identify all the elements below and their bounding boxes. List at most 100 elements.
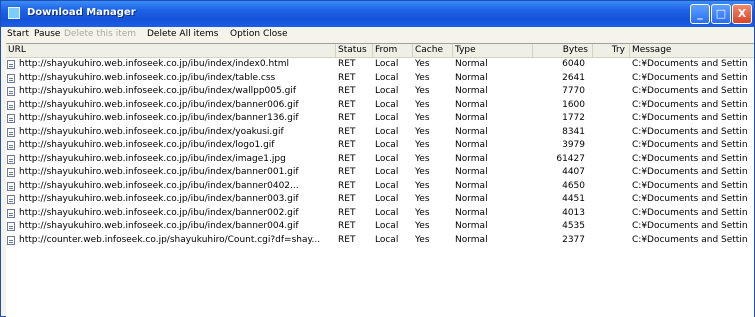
cell-try — [593, 220, 630, 234]
cell-message: C:¥Documents and Settin — [632, 194, 748, 204]
cell-message: C:¥Documents and Settin — [632, 86, 748, 96]
cell-url: http://shayukuhiro.web.infoseek.co.jp/ib… — [6, 139, 336, 153]
cell-try — [593, 234, 630, 248]
cell-url: http://shayukuhiro.web.infoseek.co.jp/ib… — [6, 112, 336, 126]
cell-url: http://counter.web.infoseek.co.jp/shayuk… — [6, 234, 336, 248]
menu-close[interactable]: Close — [263, 29, 288, 39]
cell-type: Normal — [455, 153, 488, 164]
cell-try — [593, 166, 630, 180]
cell-url: http://shayukuhiro.web.infoseek.co.jp/ib… — [6, 193, 336, 207]
url-text: http://shayukuhiro.web.infoseek.co.jp/ib… — [19, 194, 299, 204]
column-header-status[interactable]: Status — [336, 44, 373, 57]
menu-option[interactable]: Option — [230, 29, 260, 39]
window-title: Download Manager — [27, 7, 136, 18]
table-row[interactable]: http://shayukuhiro.web.infoseek.co.jp/ib… — [6, 166, 754, 180]
menu-start[interactable]: Start — [7, 29, 29, 39]
cell-from: Local — [375, 59, 399, 69]
cell-type: Normal — [455, 59, 488, 69]
cell-type: Normal — [455, 194, 488, 204]
table-row[interactable]: http://shayukuhiro.web.infoseek.co.jp/ib… — [6, 139, 754, 153]
cell-from: Local — [375, 234, 399, 245]
cell-cache: Yes — [415, 72, 430, 83]
table-row[interactable]: http://shayukuhiro.web.infoseek.co.jp/ib… — [6, 58, 754, 72]
cell-type: Normal — [455, 99, 488, 110]
cell-bytes: 4535 — [562, 221, 585, 231]
cell-url: http://shayukuhiro.web.infoseek.co.jp/ib… — [6, 153, 336, 167]
cell-url: http://shayukuhiro.web.infoseek.co.jp/ib… — [6, 207, 336, 221]
column-header-type[interactable]: Type — [453, 44, 533, 57]
cell-from: Local — [375, 207, 399, 218]
cell-type: Normal — [455, 167, 488, 177]
column-header-from[interactable]: From — [373, 44, 413, 57]
table-row[interactable]: http://shayukuhiro.web.infoseek.co.jp/ib… — [6, 85, 754, 99]
cell-bytes: 1772 — [562, 113, 585, 123]
cell-from: Local — [375, 113, 399, 123]
cell-type: Normal — [455, 221, 488, 231]
cell-bytes: 6040 — [562, 59, 585, 69]
url-text: http://shayukuhiro.web.infoseek.co.jp/ib… — [19, 72, 276, 83]
cell-cache: Yes — [415, 207, 430, 218]
cell-bytes: 2641 — [562, 72, 585, 83]
cell-cache: Yes — [415, 167, 430, 177]
column-header-bytes[interactable]: Bytes — [533, 44, 593, 57]
cell-status: RET — [338, 167, 356, 177]
cell-from: Local — [375, 86, 399, 96]
maximize-button[interactable]: □ — [711, 4, 731, 24]
cell-cache: Yes — [415, 194, 430, 204]
cell-cache: Yes — [415, 99, 430, 110]
cell-status: RET — [338, 99, 356, 110]
url-text: http://shayukuhiro.web.infoseek.co.jp/ib… — [19, 99, 299, 110]
column-header-url[interactable]: URL — [6, 44, 336, 57]
table-row[interactable]: http://shayukuhiro.web.infoseek.co.jp/ib… — [6, 193, 754, 207]
cell-try — [593, 180, 630, 194]
minimize-button[interactable]: _ — [690, 4, 710, 24]
cell-type: Normal — [455, 113, 488, 123]
url-text: http://shayukuhiro.web.infoseek.co.jp/ib… — [19, 207, 299, 218]
close-window-button[interactable]: X — [732, 4, 752, 24]
url-text: http://shayukuhiro.web.infoseek.co.jp/ib… — [19, 140, 275, 150]
cell-try — [593, 112, 630, 126]
column-headers: URL Status From Cache Type Bytes Try Mes… — [6, 44, 754, 58]
table-row[interactable]: http://shayukuhiro.web.infoseek.co.jp/ib… — [6, 180, 754, 194]
cell-status: RET — [338, 140, 356, 150]
cell-status: RET — [338, 234, 356, 245]
table-row[interactable]: http://shayukuhiro.web.infoseek.co.jp/ib… — [6, 207, 754, 221]
cell-status: RET — [338, 180, 356, 191]
table-row[interactable]: http://counter.web.infoseek.co.jp/shayuk… — [6, 234, 754, 248]
cell-status: RET — [338, 113, 356, 123]
cell-message: C:¥Documents and Settin — [632, 234, 748, 245]
download-list[interactable]: URL Status From Cache Type Bytes Try Mes… — [6, 43, 754, 317]
url-text: http://shayukuhiro.web.infoseek.co.jp/ib… — [19, 126, 284, 137]
cell-try — [593, 72, 630, 86]
table-row[interactable]: http://shayukuhiro.web.infoseek.co.jp/ib… — [6, 112, 754, 126]
cell-from: Local — [375, 167, 399, 177]
cell-from: Local — [375, 221, 399, 231]
url-text: http://counter.web.infoseek.co.jp/shayuk… — [19, 234, 321, 245]
table-row[interactable]: http://shayukuhiro.web.infoseek.co.jp/ib… — [6, 220, 754, 234]
cell-type: Normal — [455, 234, 488, 245]
url-text: http://shayukuhiro.web.infoseek.co.jp/ib… — [19, 180, 299, 191]
cell-url: http://shayukuhiro.web.infoseek.co.jp/ib… — [6, 58, 336, 72]
cell-message: C:¥Documents and Settin — [632, 126, 748, 137]
column-header-message[interactable]: Message — [630, 44, 754, 57]
cell-url: http://shayukuhiro.web.infoseek.co.jp/ib… — [6, 85, 336, 99]
cell-status: RET — [338, 153, 356, 164]
cell-try — [593, 58, 630, 72]
cell-type: Normal — [455, 180, 488, 191]
column-header-try[interactable]: Try — [593, 44, 630, 57]
menu-pause[interactable]: Pause — [34, 29, 60, 39]
cell-from: Local — [375, 194, 399, 204]
cell-bytes: 61427 — [556, 153, 585, 164]
menu-delete-all-items[interactable]: Delete All items — [147, 29, 218, 39]
cell-from: Local — [375, 180, 399, 191]
table-row[interactable]: http://shayukuhiro.web.infoseek.co.jp/ib… — [6, 153, 754, 167]
table-row[interactable]: http://shayukuhiro.web.infoseek.co.jp/ib… — [6, 126, 754, 140]
title-bar[interactable]: Download Manager _ □ X — [1, 1, 754, 27]
table-row[interactable]: http://shayukuhiro.web.infoseek.co.jp/ib… — [6, 99, 754, 113]
table-row[interactable]: http://shayukuhiro.web.infoseek.co.jp/ib… — [6, 72, 754, 86]
download-manager-window: Download Manager _ □ X Start Pause Delet… — [0, 0, 755, 317]
cell-bytes: 4451 — [562, 194, 585, 204]
cell-bytes: 1600 — [562, 99, 585, 110]
column-header-cache[interactable]: Cache — [413, 44, 453, 57]
cell-message: C:¥Documents and Settin — [632, 113, 748, 123]
